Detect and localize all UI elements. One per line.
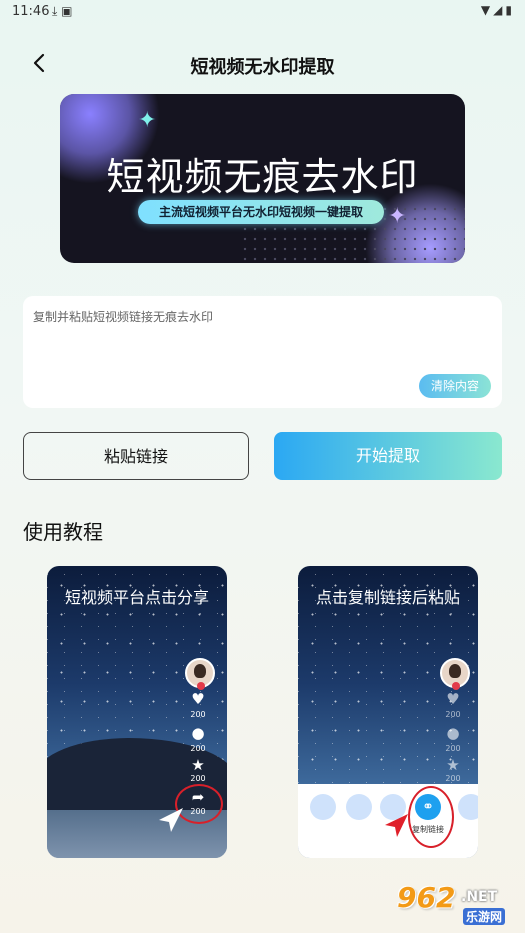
tutorial-step-title: 点击复制链接后粘贴 bbox=[315, 588, 460, 607]
clear-content-button[interactable]: 清除内容 bbox=[419, 374, 491, 398]
notification-icons: ⤓ ▣ bbox=[52, 4, 72, 19]
sparkle-icon: ✦ bbox=[138, 108, 157, 133]
banner-headline: 短视频无痕去水印 bbox=[106, 155, 419, 199]
heart-icon: ♥ bbox=[446, 690, 460, 708]
tutorial-step-title: 短视频平台点击分享 bbox=[64, 588, 209, 607]
star-icon: ★ bbox=[446, 756, 460, 774]
paste-link-button[interactable]: 粘贴链接 bbox=[23, 432, 249, 480]
battery-icon: ▮ bbox=[505, 3, 515, 17]
sparkle-icon: ✦ bbox=[388, 204, 407, 229]
like-count: 200 bbox=[445, 710, 461, 719]
favorite-count: 200 bbox=[445, 774, 461, 783]
share-target-icon bbox=[346, 794, 372, 820]
comment-count: 200 bbox=[445, 744, 461, 753]
page-title: 短视频无水印提取 bbox=[190, 57, 335, 78]
system-icons: ▼◢▮ bbox=[481, 3, 515, 17]
tutorial-card-share: 短视频平台点击分享 ♥ 200 ● 200 ★ 200 ➦ 200 bbox=[47, 566, 227, 858]
comment-icon: ● bbox=[446, 724, 460, 742]
comment-icon: ● bbox=[191, 724, 205, 742]
image-icon: ▣ bbox=[61, 4, 73, 18]
signal-icon: ◢ bbox=[493, 3, 506, 17]
pointer-cursor-icon bbox=[159, 808, 183, 832]
link-input-card: 清除内容 bbox=[23, 296, 502, 408]
wifi-icon: ▼ bbox=[480, 3, 494, 17]
share-target-icon bbox=[458, 794, 478, 820]
comment-count: 200 bbox=[190, 744, 206, 753]
like-count: 200 bbox=[190, 710, 206, 719]
status-bar: 11:46 ⤓ ▣ ▼◢▮ bbox=[0, 0, 525, 24]
download-icon: ⤓ bbox=[52, 4, 58, 18]
watermark-number: 962 bbox=[397, 881, 456, 914]
heart-icon: ♥ bbox=[191, 690, 205, 708]
watermark-site: 乐游网 bbox=[463, 908, 506, 925]
site-watermark: 962 .NET 乐游网 bbox=[389, 881, 517, 929]
star-icon: ★ bbox=[191, 756, 205, 774]
follow-plus-icon bbox=[452, 682, 460, 690]
favorite-count: 200 bbox=[190, 774, 206, 783]
top-bar: 短视频无水印提取 bbox=[0, 45, 525, 85]
tutorial-section-title: 使用教程 bbox=[23, 520, 103, 544]
highlight-circle bbox=[408, 786, 454, 848]
tutorial-card-copy-link: 点击复制链接后粘贴 ♥ 200 ● 200 ★ 200 ⚭ 复制链接 bbox=[298, 566, 478, 858]
promo-banner: ✦ ✦ 短视频无痕去水印 主流短视频平台无水印短视频一键提取 bbox=[60, 94, 465, 263]
start-extract-button[interactable]: 开始提取 bbox=[274, 432, 502, 480]
banner-tagline: 主流短视频平台无水印短视频一键提取 bbox=[138, 200, 384, 224]
status-time: 11:46 bbox=[12, 4, 50, 19]
follow-plus-icon bbox=[197, 682, 205, 690]
share-sheet: ⚭ 复制链接 bbox=[298, 784, 478, 858]
watermark-suffix: .NET bbox=[461, 889, 498, 905]
pointer-cursor-icon bbox=[385, 814, 408, 837]
share-target-icon bbox=[310, 794, 336, 820]
link-input[interactable] bbox=[31, 306, 475, 370]
